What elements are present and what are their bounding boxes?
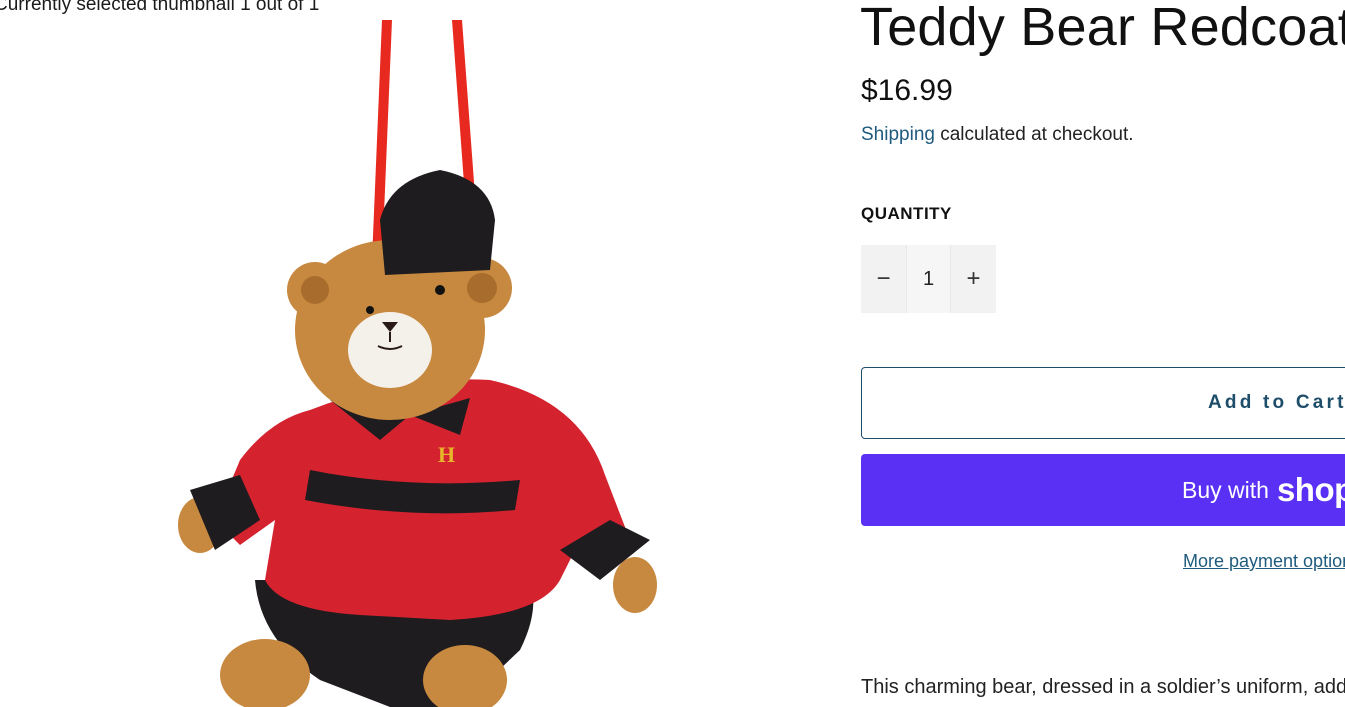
- buy-with-label: Buy with: [1182, 476, 1269, 503]
- quantity-decrement-button[interactable]: −: [861, 245, 906, 313]
- product-price: $16.99: [861, 74, 953, 107]
- plus-icon: +: [966, 265, 981, 292]
- shipping-note-text: calculated at checkout.: [934, 124, 1134, 145]
- more-payment-options-link[interactable]: More payment options: [1183, 551, 1345, 572]
- shop-pay-logo: shop: [1276, 471, 1345, 508]
- shipping-note: Shipping calculated at checkout.: [861, 124, 1134, 146]
- add-to-cart-button[interactable]: Add to Cart: [861, 367, 1345, 439]
- thumbnail-caption: Currently selected thumbnail 1 out of 1: [0, 0, 320, 15]
- quantity-label: QUANTITY: [861, 204, 952, 223]
- svg-text:H: H: [438, 442, 455, 467]
- shipping-link[interactable]: Shipping: [861, 124, 935, 145]
- buy-with-shop-pay-button[interactable]: Buy with shop: [861, 454, 1345, 526]
- product-image[interactable]: H: [160, 20, 680, 707]
- quantity-stepper: − 1 +: [861, 245, 996, 313]
- product-title: Teddy Bear Redcoat: [860, 0, 1345, 57]
- quantity-increment-button[interactable]: +: [951, 245, 996, 313]
- product-description: This charming bear, dressed in a soldier…: [861, 676, 1345, 698]
- minus-icon: −: [876, 265, 891, 292]
- quantity-input[interactable]: 1: [906, 245, 951, 313]
- add-to-cart-label: Add to Cart: [1208, 392, 1345, 413]
